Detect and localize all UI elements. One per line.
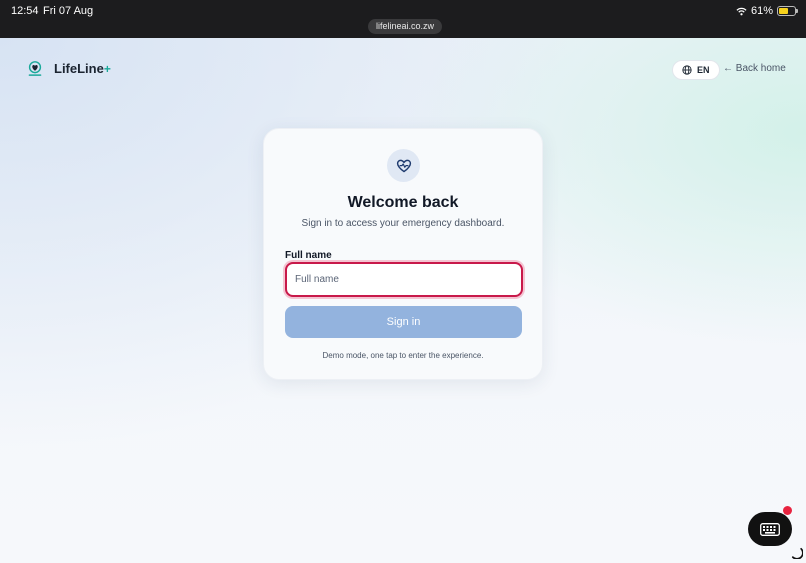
back-home-link[interactable]: ← Back home: [723, 63, 786, 74]
brand[interactable]: LifeLine+: [26, 60, 111, 78]
keyboard-button[interactable]: [748, 512, 792, 546]
battery-level: [779, 8, 789, 14]
page-subtitle: Sign in to access your emergency dashboa…: [301, 218, 505, 229]
login-page: LifeLine+ EN ← Back home Welcome back Si…: [0, 38, 806, 563]
demo-mode-note: Demo mode, one tap to enter the experien…: [322, 351, 484, 360]
lifeline-logo-icon: [28, 61, 42, 76]
heart-pulse-icon: [387, 149, 420, 182]
brand-name: LifeLine: [54, 61, 104, 76]
status-time: 12:54: [11, 5, 39, 17]
page-title: Welcome back: [347, 194, 459, 211]
notification-badge: [783, 506, 792, 515]
wifi-icon: [736, 7, 747, 15]
language-selector[interactable]: EN: [672, 60, 720, 80]
loading-spinner-icon: [791, 547, 803, 559]
status-indicators: 61%: [736, 5, 798, 17]
language-label: EN: [697, 65, 710, 75]
battery-percent: 61%: [750, 5, 773, 17]
globe-icon: [682, 65, 692, 75]
full-name-label: Full name: [285, 250, 332, 261]
battery-icon: [777, 6, 798, 16]
status-bar: 12:54 Fri 07 Aug lifelineai.co.zw 61%: [0, 0, 806, 38]
login-card: Welcome back Sign in to access your emer…: [263, 128, 543, 380]
full-name-input[interactable]: [285, 262, 523, 297]
url-bar[interactable]: lifelineai.co.zw: [368, 19, 443, 34]
sign-in-button[interactable]: Sign in: [285, 306, 522, 338]
keyboard-icon: [760, 522, 780, 536]
brand-plus: +: [103, 62, 111, 76]
brand-wordmark: LifeLine+: [54, 60, 111, 78]
status-date: Fri 07 Aug: [43, 5, 94, 17]
